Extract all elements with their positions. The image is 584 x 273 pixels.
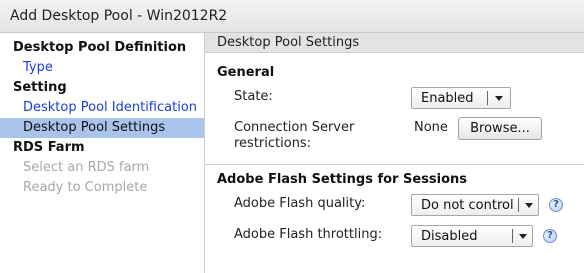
wizard-sidebar: Desktop Pool Definition Type Setting Des…: [0, 33, 205, 273]
connection-server-label-line1: Connection Server: [234, 120, 355, 135]
content-header: Desktop Pool Settings: [205, 33, 584, 53]
add-desktop-pool-dialog: Add Desktop Pool - Win2012R2 Desktop Poo…: [0, 0, 584, 273]
dropdown-separator: [518, 198, 519, 212]
sidebar-heading-desktop-pool-definition: Desktop Pool Definition: [13, 40, 187, 55]
sidebar-item-select-rds-farm: Select an RDS farm: [23, 160, 150, 175]
dropdown-separator: [512, 229, 513, 243]
flash-throttling-value: Disabled: [421, 229, 478, 244]
content-panel: Desktop Pool Settings General State: Ena…: [205, 33, 584, 273]
section-divider: [205, 164, 584, 165]
flash-section-title: Adobe Flash Settings for Sessions: [217, 172, 468, 187]
connection-server-label-line2: restrictions:: [234, 136, 312, 151]
sidebar-item-desktop-pool-identification[interactable]: Desktop Pool Identification: [0, 98, 204, 118]
state-label: State:: [234, 89, 273, 104]
browse-button[interactable]: Browse...: [458, 117, 542, 140]
flash-throttling-help-icon[interactable]: ?: [543, 229, 557, 243]
state-dropdown[interactable]: Enabled: [411, 87, 511, 109]
sidebar-item-type[interactable]: Type: [0, 58, 204, 78]
state-dropdown-value: Enabled: [421, 91, 474, 106]
flash-quality-help-icon[interactable]: ?: [549, 198, 563, 212]
flash-quality-label: Adobe Flash quality:: [234, 196, 366, 211]
sidebar-heading-setting: Setting: [13, 80, 67, 95]
flash-quality-dropdown[interactable]: Do not control: [411, 194, 539, 216]
connection-server-value: None: [414, 120, 448, 135]
content-header-title: Desktop Pool Settings: [217, 35, 360, 50]
chevron-down-icon: [525, 203, 533, 208]
general-section-title: General: [217, 65, 275, 80]
sidebar-item-desktop-pool-settings[interactable]: Desktop Pool Settings: [0, 118, 204, 138]
flash-quality-value: Do not control: [421, 198, 514, 213]
flash-throttling-dropdown[interactable]: Disabled: [411, 225, 533, 247]
title-bar: Add Desktop Pool - Win2012R2: [0, 0, 584, 33]
sidebar-item-ready-to-complete: Ready to Complete: [23, 180, 148, 195]
sidebar-heading-rds-farm: RDS Farm: [13, 140, 85, 155]
dropdown-separator: [487, 91, 488, 105]
chevron-down-icon: [495, 96, 503, 101]
chevron-down-icon: [519, 234, 527, 239]
flash-throttling-label: Adobe Flash throttling:: [234, 227, 383, 242]
window-title: Add Desktop Pool - Win2012R2: [10, 8, 228, 24]
